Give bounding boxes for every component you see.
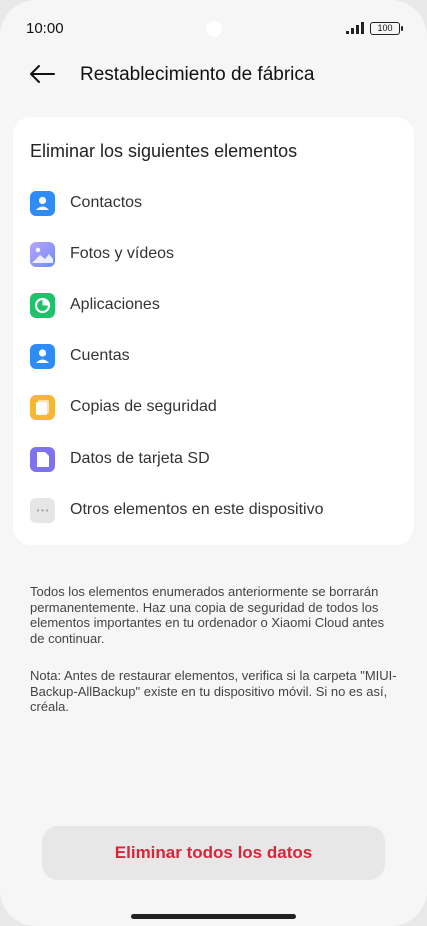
items-card: Eliminar los siguientes elementos Contac…: [13, 117, 414, 545]
backup-icon: [30, 394, 55, 420]
list-item-accounts: Cuentas: [30, 336, 400, 376]
erase-all-data-button[interactable]: Eliminar todos los datos: [42, 826, 385, 880]
sd-card-icon: [30, 446, 55, 472]
item-label: Fotos y vídeos: [70, 245, 175, 262]
warning-text: Todos los elementos enumerados anteriorm…: [30, 584, 385, 646]
list-item-contacts: Contactos: [30, 183, 400, 223]
page-title: Restablecimiento de fábrica: [80, 64, 315, 85]
item-label: Copias de seguridad: [70, 398, 217, 415]
phone-screen: 10:00 100 Restablecimiento de fábrica El…: [0, 0, 427, 926]
note-text: Nota: Antes de restaurar elementos, veri…: [30, 668, 397, 714]
signal-icon: [346, 22, 364, 34]
list-item-photos: Fotos y vídeos: [30, 234, 400, 274]
card-title: Eliminar los siguientes elementos: [30, 141, 298, 161]
item-label: Cuentas: [70, 347, 130, 364]
account-icon: [30, 343, 55, 369]
list-item-other: Otros elementos en este dispositivo: [30, 490, 400, 530]
item-label: Contactos: [70, 194, 143, 211]
status-bar: 10:00 100: [0, 0, 427, 56]
more-icon: [30, 497, 55, 523]
front-camera: [206, 21, 222, 37]
item-label: Aplicaciones: [70, 296, 160, 313]
battery-icon: 100: [370, 22, 403, 35]
list-item-backups: Copias de seguridad: [30, 387, 400, 427]
back-arrow-icon[interactable]: [28, 62, 56, 86]
list-item-sd-card: Datos de tarjeta SD: [30, 439, 400, 479]
gallery-icon: [30, 241, 55, 267]
status-time: 10:00: [26, 20, 64, 37]
home-indicator[interactable]: [131, 914, 296, 919]
contacts-icon: [30, 190, 55, 216]
apps-icon: [30, 292, 55, 318]
item-label: Otros elementos en este dispositivo: [70, 501, 324, 518]
item-label: Datos de tarjeta SD: [70, 450, 210, 467]
list-item-apps: Aplicaciones: [30, 285, 400, 325]
app-header: Restablecimiento de fábrica: [0, 56, 427, 96]
